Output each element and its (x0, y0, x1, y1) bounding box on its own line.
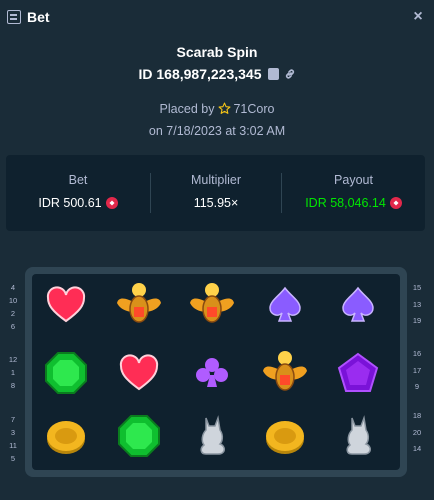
scarab-icon (257, 345, 313, 401)
cat-statue-icon (330, 408, 386, 464)
payline-number: 19 (412, 316, 422, 325)
payline-number: 5 (10, 454, 16, 463)
multiplier-value: 115.95× (193, 196, 239, 210)
pentagon-gem-icon (330, 345, 386, 401)
payline-number: 6 (10, 322, 16, 331)
payout-stat: Payout IDR 58,046.14 (282, 155, 425, 231)
spade-icon (257, 277, 313, 333)
username-link[interactable]: 71Coro (233, 102, 274, 116)
bet-id: ID 168,987,223,345 (138, 66, 262, 82)
close-button[interactable]: × (410, 7, 426, 27)
modal-title: Bet (27, 9, 50, 25)
payout-amount: IDR 58,046.14 (282, 196, 425, 210)
scarab-icon (184, 277, 240, 333)
payline-number: 17 (412, 366, 422, 375)
payline-number: 20 (412, 428, 422, 437)
heart-icon (38, 277, 94, 333)
payout-label: Payout (334, 173, 373, 187)
payline-number: 11 (9, 441, 17, 450)
payline-number: 14 (412, 444, 422, 453)
payline-number: 18 (412, 411, 422, 420)
club-icon (184, 345, 240, 401)
placed-by-label: Placed by (159, 102, 215, 116)
heart-icon (111, 345, 167, 401)
payline-number: 10 (8, 296, 18, 305)
bet-id-row: ID 168,987,223,345 (0, 66, 434, 82)
multiplier-label: Multiplier (190, 173, 241, 187)
currency-coin-icon (389, 197, 402, 209)
payline-number: 7 (10, 415, 16, 424)
payline-number: 12 (8, 355, 18, 364)
payline-number: 9 (414, 382, 420, 391)
payline-number: 3 (10, 428, 16, 437)
gold-coin-icon (38, 408, 94, 464)
payline-number: 8 (10, 381, 16, 390)
copy-icon[interactable] (267, 68, 279, 80)
bet-list-icon (7, 10, 21, 24)
payline-number: 4 (10, 283, 16, 292)
payline-number: 1 (10, 368, 16, 377)
payline-number: 13 (412, 300, 422, 309)
emerald-icon (111, 408, 167, 464)
bet-stats-panel: Bet IDR 500.61 Multiplier 115.95× Payout… (6, 155, 425, 231)
multiplier-stat: Multiplier 115.95× (151, 155, 281, 231)
modal-header: Bet × (0, 0, 434, 34)
spade-icon (330, 277, 386, 333)
scarab-icon (111, 277, 167, 333)
cat-statue-icon (184, 408, 240, 464)
link-icon[interactable] (284, 68, 296, 80)
bet-stat: Bet IDR 500.61 (6, 155, 150, 231)
placed-by-row: Placed by 71Coro (0, 102, 434, 116)
game-name-link[interactable]: Scarab Spin (0, 44, 434, 60)
emerald-icon (38, 345, 94, 401)
gold-coin-icon (257, 408, 313, 464)
bet-label: Bet (68, 173, 88, 187)
bet-amount: IDR 500.61 (6, 196, 150, 210)
star-icon (218, 102, 231, 114)
payline-number: 16 (412, 349, 422, 358)
payline-number: 15 (412, 283, 422, 292)
currency-coin-icon (105, 197, 118, 209)
payline-number: 2 (10, 309, 16, 318)
bet-date: on 7/18/2023 at 3:02 AM (148, 124, 286, 138)
